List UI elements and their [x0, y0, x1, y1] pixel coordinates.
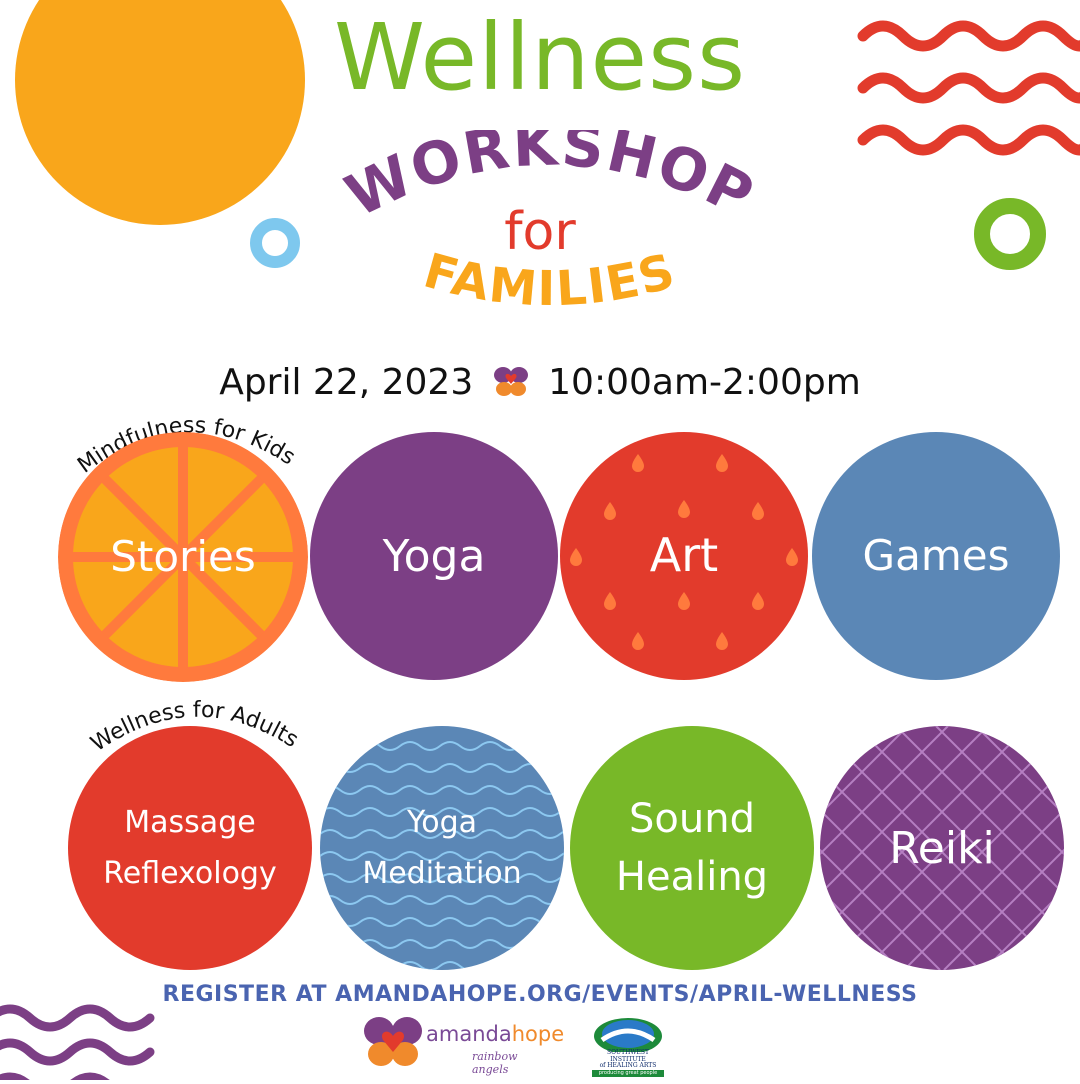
- yoga-label: Yoga: [382, 530, 486, 582]
- yoga-meditation-circle: Yoga Meditation: [320, 726, 564, 970]
- event-time: 10:00am-2:00pm: [548, 361, 861, 403]
- purple-wave-lines: [0, 1000, 160, 1080]
- reiki-circle: Reiki: [820, 726, 1064, 970]
- butterfly-heart-icon: [364, 1017, 422, 1066]
- art-circle: Art: [560, 432, 808, 680]
- amandahope-word1: amanda: [426, 1022, 512, 1046]
- register-link[interactable]: REGISTER AT AMANDAHOPE.ORG/EVENTS/APRIL-…: [0, 982, 1080, 1007]
- title-families: FAMILIES: [370, 240, 730, 340]
- amandahope-tagline: rainbow angels: [472, 1050, 518, 1076]
- massage-label: Massage: [124, 804, 256, 840]
- svg-text:FAMILIES: FAMILIES: [418, 243, 682, 318]
- swiha-logo[interactable]: SOUTHWEST INSTITUTE of HEALING ARTS prod…: [590, 1014, 666, 1083]
- title-wellness: Wellness: [333, 4, 747, 111]
- healing-label: Healing: [615, 854, 769, 900]
- stories-circle: Stories: [58, 432, 308, 682]
- stories-label: Stories: [110, 531, 256, 581]
- yoga-adult-label: Yoga: [406, 804, 478, 840]
- amandahope-logo[interactable]: amandahope rainbow angels: [362, 1014, 564, 1076]
- games-circle: Games: [812, 432, 1060, 680]
- butterfly-icon: [491, 362, 531, 402]
- reflexology-label: Reflexology: [103, 856, 277, 891]
- sound-label: Sound: [629, 796, 755, 842]
- swiha-tagline: producing great people worldwide: [592, 1070, 664, 1083]
- sound-healing-circle: Sound Healing: [570, 726, 814, 970]
- swiha-line2: of HEALING ARTS: [599, 1062, 657, 1070]
- yoga-circle: Yoga: [310, 432, 558, 680]
- globe-hands-icon: [594, 1018, 662, 1052]
- meditation-label: Meditation: [362, 856, 522, 891]
- amandahope-word2: hope: [511, 1022, 565, 1046]
- art-label: Art: [649, 528, 719, 583]
- games-label: Games: [862, 530, 1010, 580]
- reiki-label: Reiki: [889, 822, 995, 874]
- title-families-text: FAMILIES: [418, 243, 680, 318]
- massage-circle: Massage Reflexology: [68, 726, 312, 970]
